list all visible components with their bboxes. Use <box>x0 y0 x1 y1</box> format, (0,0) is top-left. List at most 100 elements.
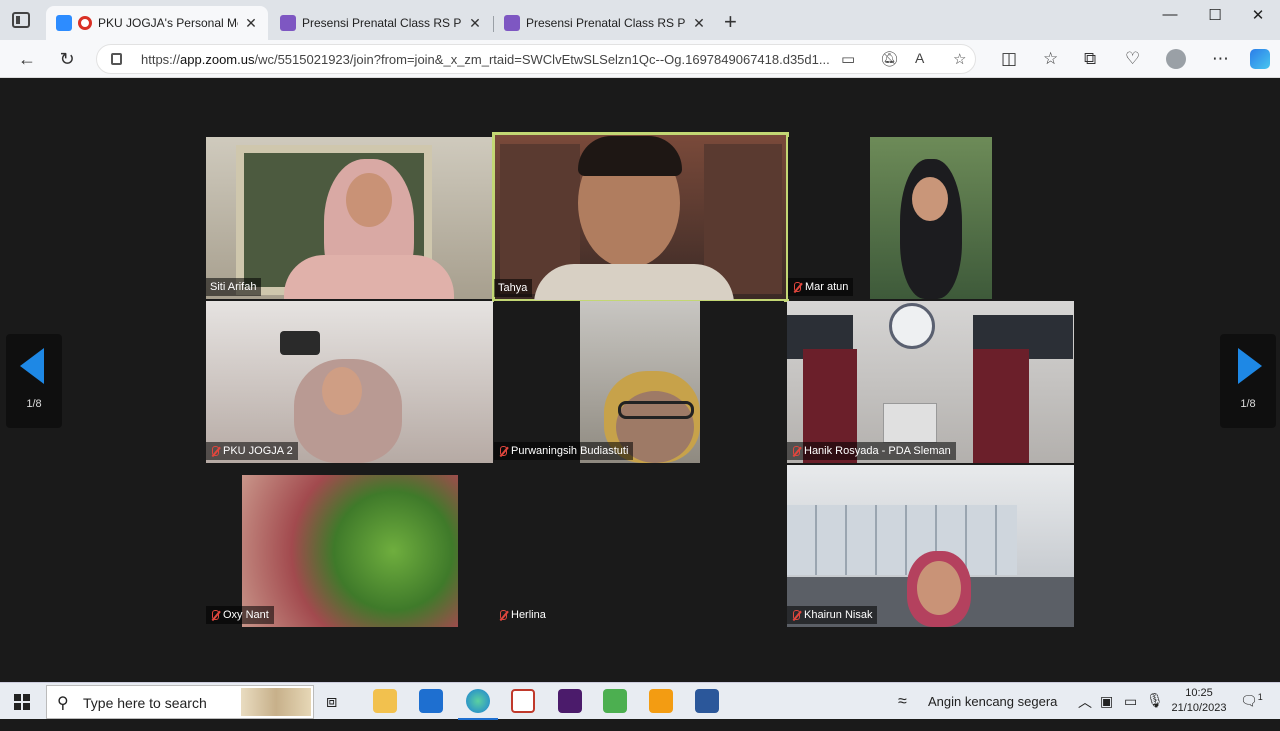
tab-zoom-meeting[interactable]: PKU JOGJA's Personal Meeting Room ✕ <box>46 6 268 40</box>
participant-face <box>322 367 362 415</box>
refresh-icon[interactable]: ↻ <box>56 49 78 70</box>
video-tile-mar-atun[interactable]: Mar atun <box>788 137 992 299</box>
video-tile-khairun-nisak[interactable]: Khairun Nisak <box>787 465 1074 627</box>
file-explorer-icon[interactable] <box>373 689 397 713</box>
muted-mic-icon <box>791 445 800 457</box>
backdrop <box>883 403 937 443</box>
url-text: https://app.zoom.us/wc/5515021923/join?f… <box>141 52 830 67</box>
participant-name-tag: Khairun Nisak <box>787 606 878 624</box>
participant-name-tag: Purwaningsih Budiastuti <box>494 442 634 460</box>
camera-icon[interactable]: ▭ <box>841 50 855 68</box>
gift-app-icon[interactable] <box>511 689 535 713</box>
tab-presensi-1[interactable]: Presensi Prenatal Class RS PKU Muhammadi… <box>270 6 492 40</box>
forms-icon <box>504 15 520 31</box>
participant-body <box>284 255 454 299</box>
video-tile-herlina[interactable]: Herlina <box>494 465 784 627</box>
system-clock[interactable]: 10:25 21/10/2023 <box>1164 686 1234 716</box>
wall-clock-icon <box>889 303 935 349</box>
participant-name-tag: Tahya <box>494 279 533 297</box>
video-tile-hanik-rosyada[interactable]: Hanik Rosyada - PDA Sleman <box>787 301 1074 463</box>
minimize-icon[interactable]: — <box>1150 6 1190 23</box>
previous-page-button[interactable]: 1/8 <box>6 334 62 428</box>
new-tab-icon[interactable]: + <box>724 9 737 35</box>
mail-icon[interactable] <box>419 689 443 713</box>
clock-time: 10:25 <box>1185 687 1213 699</box>
participant-name-tag: PKU JOGJA 2 <box>206 442 298 460</box>
back-icon[interactable]: ← <box>16 49 38 70</box>
video-tile-purwaningsih-budiastuti[interactable]: Purwaningsih Budiastuti <box>494 301 784 463</box>
lock-icon <box>111 53 122 65</box>
notification-center-icon[interactable]: 🗨︎1 <box>1240 692 1263 729</box>
search-placeholder: Type here to search <box>83 695 207 711</box>
tab-presensi-2[interactable]: Presensi Prenatal Class RS PKU Muhammadi… <box>494 6 716 40</box>
close-window-icon[interactable]: ✕ <box>1238 6 1278 24</box>
notification-blocked-icon[interactable]: 🔕︎ <box>880 50 899 68</box>
participant-face <box>917 561 961 615</box>
video-tile-tahya[interactable]: Tahya <box>492 132 789 302</box>
page-indicator: 1/8 <box>1240 398 1256 410</box>
show-hidden-icons-icon[interactable]: ︿ <box>1078 692 1092 729</box>
curtain <box>973 349 1029 463</box>
video-tile-siti-arifah[interactable]: Siti Arifah <box>206 137 493 299</box>
weather-wind-icon[interactable]: ≈ <box>898 693 907 730</box>
profile-avatar[interactable] <box>1166 49 1186 69</box>
search-icon: ⚲ <box>57 695 69 712</box>
windows-taskbar: ⚲ Type here to search ⧈ ≈ Angin kencang … <box>0 682 1280 720</box>
backdrop <box>280 331 320 355</box>
address-bar[interactable]: https://app.zoom.us/wc/5515021923/join?f… <box>96 44 976 74</box>
browser-tab-strip: PKU JOGJA's Personal Meeting Room ✕ Pres… <box>0 0 1280 40</box>
participant-name-tag: Herlina <box>494 606 551 624</box>
meeting-gallery: 1/8 1/8 Siti Arifah Tahya Mar atun PKU J… <box>4 78 1276 682</box>
browser-nav-bar: ← ↻ https://app.zoom.us/wc/5515021923/jo… <box>0 40 1280 78</box>
collections-icon[interactable]: ⧉ <box>1084 49 1096 69</box>
favorites-icon[interactable]: ☆ <box>1043 49 1058 69</box>
close-tab-icon[interactable]: ✕ <box>468 15 482 32</box>
taskbar-search-input[interactable]: ⚲ Type here to search <box>46 685 314 719</box>
weather-status[interactable]: Angin kencang segera <box>928 694 1057 731</box>
close-tab-icon[interactable]: ✕ <box>244 15 258 32</box>
participant-face <box>912 177 948 221</box>
video-tile-pku-jogja-2[interactable]: PKU JOGJA 2 <box>206 301 493 463</box>
document-app-icon[interactable] <box>695 689 719 713</box>
zoom-icon <box>56 15 72 31</box>
page-indicator: 1/8 <box>26 398 42 410</box>
muted-mic-icon <box>498 445 507 457</box>
microphone-icon[interactable]: 🎙︎ <box>1146 692 1164 729</box>
network-icon[interactable]: ▣ <box>1100 693 1113 730</box>
read-aloud-icon[interactable]: A <box>915 50 924 66</box>
tab-title: Presensi Prenatal Class RS PKU Muhammadi… <box>526 16 686 30</box>
next-page-button[interactable]: 1/8 <box>1220 334 1276 428</box>
browser-essentials-icon[interactable]: ♡ <box>1125 49 1140 69</box>
backdrop <box>787 505 1017 575</box>
tab-actions-icon[interactable] <box>12 12 30 28</box>
premiere-icon[interactable] <box>558 689 582 713</box>
participant-name-tag: Siti Arifah <box>206 278 262 296</box>
participant-name-tag: Hanik Rosyada - PDA Sleman <box>787 442 956 460</box>
edge-browser-icon[interactable] <box>458 689 498 720</box>
notification-count: 1 <box>1257 692 1263 702</box>
muted-mic-icon <box>498 609 507 621</box>
battery-icon[interactable]: ▭ <box>1124 693 1137 730</box>
muted-mic-icon <box>210 609 219 621</box>
glasses <box>618 401 694 419</box>
video-tile-oxy-nant[interactable]: Oxy Nant <box>206 465 493 627</box>
close-tab-icon[interactable]: ✕ <box>692 15 706 32</box>
maximize-icon[interactable]: ☐ <box>1195 6 1235 24</box>
task-view-icon[interactable]: ⧈ <box>326 691 350 715</box>
participant-video <box>242 475 458 627</box>
tab-title: Presensi Prenatal Class RS PKU Muhammadi… <box>302 16 462 30</box>
tab-title: PKU JOGJA's Personal Meeting Room <box>98 16 238 30</box>
clock-date: 21/10/2023 <box>1171 702 1227 714</box>
copilot-icon[interactable] <box>1250 49 1270 69</box>
search-highlight-image <box>241 688 311 716</box>
media-player-icon[interactable] <box>649 689 673 713</box>
participant-face <box>346 173 392 227</box>
split-screen-icon[interactable]: ◫ <box>1001 49 1017 69</box>
filmora-icon[interactable] <box>603 689 627 713</box>
participant-name-tag: Oxy Nant <box>206 606 274 624</box>
arrow-right-icon <box>1238 348 1262 384</box>
favorite-star-icon[interactable]: ☆ <box>953 50 966 68</box>
windows-start-icon[interactable] <box>14 694 30 710</box>
more-options-icon[interactable]: ⋯ <box>1212 49 1229 69</box>
arrow-left-icon <box>20 348 44 384</box>
